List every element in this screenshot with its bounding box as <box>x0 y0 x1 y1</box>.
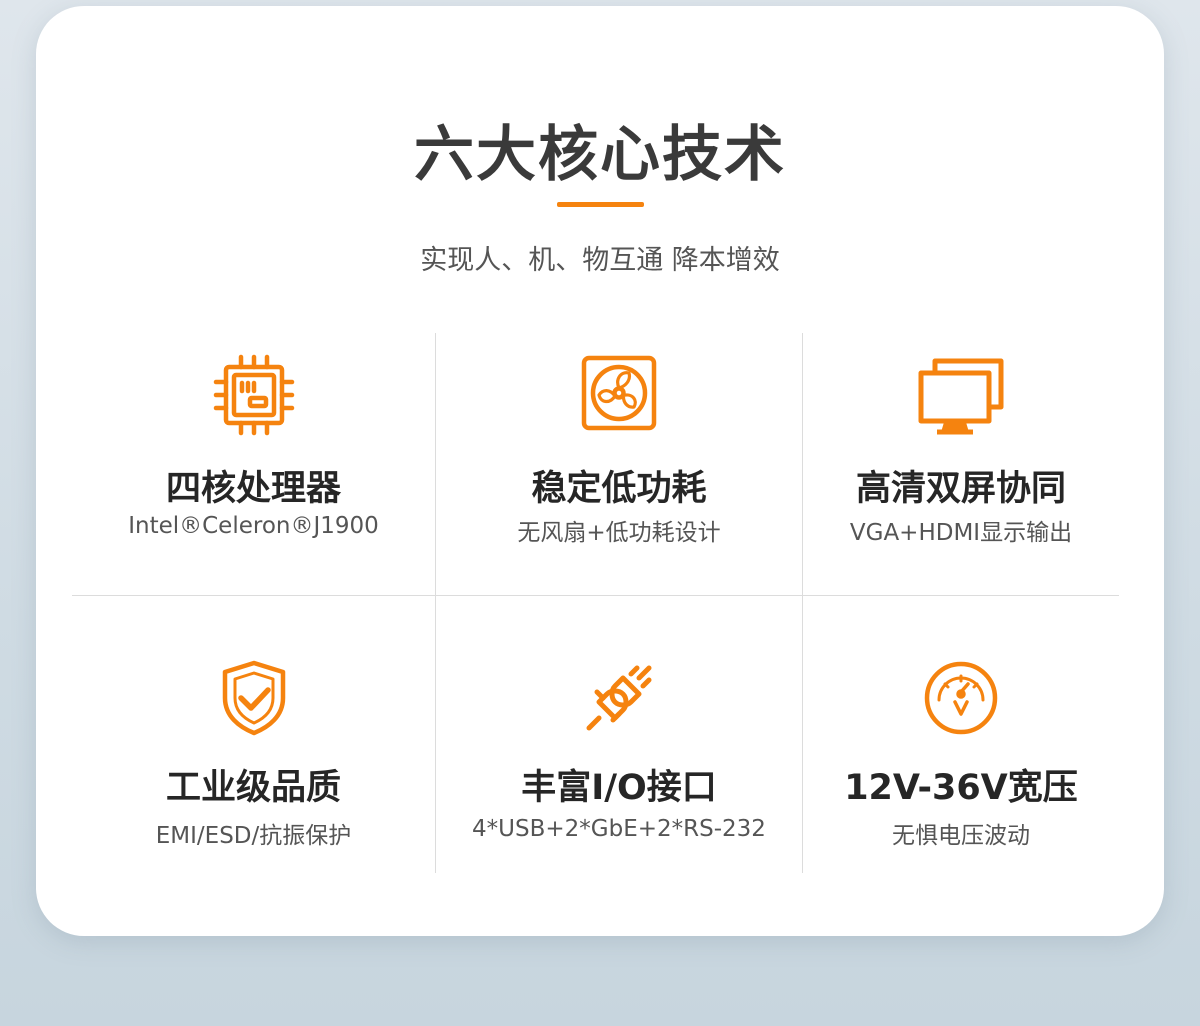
dual-monitor-icon <box>917 357 1005 437</box>
feature-title: 四核处理器 <box>165 469 341 509</box>
feature-cell-wide-voltage: 12V-36V宽压 无惧电压波动 <box>803 596 1119 873</box>
feature-cell-low-power: 稳定低功耗 无风扇+低功耗设计 <box>436 333 802 595</box>
feature-description: Intel®Celeron®J1900 <box>128 513 379 539</box>
voltage-gauge-icon <box>923 660 999 736</box>
feature-description: 无惧电压波动 <box>892 823 1030 849</box>
feature-title: 12V-36V宽压 <box>844 768 1078 808</box>
feature-title: 高清双屏协同 <box>855 469 1066 509</box>
cpu-chip-icon <box>212 353 296 437</box>
feature-title: 工业级品质 <box>165 768 341 808</box>
section-subtitle: 实现人、机、物互通 降本增效 <box>420 245 780 276</box>
feature-description: EMI/ESD/抗振保护 <box>155 823 352 849</box>
feature-cell-io-ports: 丰富I/O接口 4*USB+2*GbE+2*RS-232 <box>436 596 802 873</box>
feature-description: 4*USB+2*GbE+2*RS-232 <box>472 816 766 842</box>
features-card: 六大核心技术 实现人、机、物互通 降本增效 四核处理器 Intel®Celero… <box>36 6 1164 936</box>
feature-description: VGA+HDMI显示输出 <box>849 520 1073 546</box>
shield-check-icon <box>222 660 286 736</box>
feature-grid: 四核处理器 Intel®Celeron®J1900 稳定低功耗 无风扇+低功耗设… <box>72 333 1119 873</box>
feature-description: 无风扇+低功耗设计 <box>517 520 721 546</box>
feature-cell-industrial-quality: 工业级品质 EMI/ESD/抗振保护 <box>72 596 435 873</box>
feature-title: 丰富I/O接口 <box>521 768 717 808</box>
section-title: 六大核心技术 <box>414 120 786 190</box>
feature-cell-dual-display: 高清双屏协同 VGA+HDMI显示输出 <box>803 333 1119 595</box>
title-underline <box>557 202 644 207</box>
feature-title: 稳定低功耗 <box>531 469 707 509</box>
plug-connector-icon <box>583 662 655 734</box>
fan-icon <box>581 355 657 431</box>
feature-cell-processor: 四核处理器 Intel®Celeron®J1900 <box>72 333 435 595</box>
